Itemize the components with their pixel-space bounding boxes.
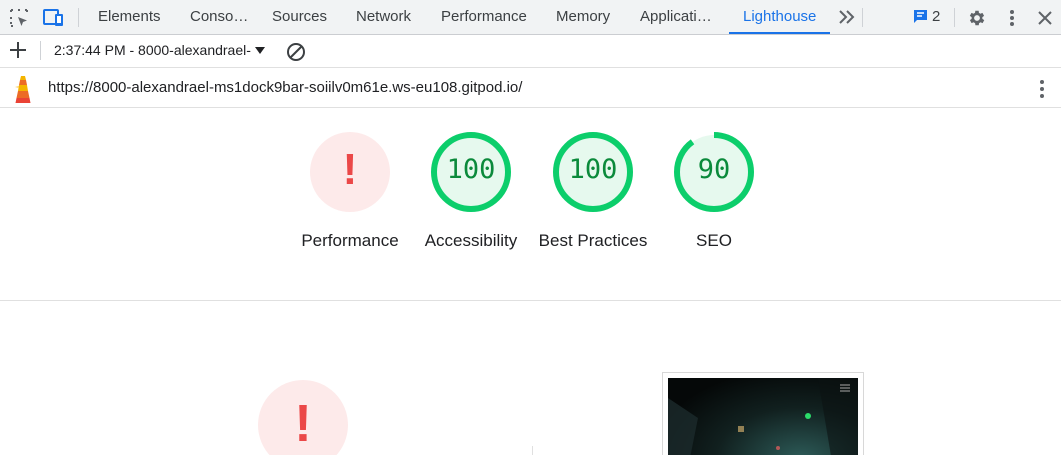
gauge-accessibility[interactable]: 100 Accessibility xyxy=(411,130,531,253)
issues-icon xyxy=(914,10,927,23)
tab-elements[interactable]: Elements xyxy=(98,0,161,34)
dropdown-caret-icon xyxy=(254,46,265,54)
toolbar-separator xyxy=(40,41,41,60)
gauge-seo-label: SEO xyxy=(696,231,732,250)
gauge-best-practices-value: 100 xyxy=(568,154,618,185)
gauge-best-practices-label: Best Practices xyxy=(538,231,648,250)
performance-main-gauge-value: ! xyxy=(294,395,311,453)
gauge-accessibility-value: 100 xyxy=(446,154,496,185)
tab-separator xyxy=(78,8,79,27)
more-vert-icon[interactable] xyxy=(1001,7,1023,29)
gauge-performance[interactable]: ! Performance xyxy=(290,130,410,253)
lighthouse-toolbar: 2:37:44 PM - 8000-alexandrael- xyxy=(0,35,1061,68)
clear-block-icon[interactable] xyxy=(286,42,306,62)
issues-count: 2 xyxy=(932,8,941,25)
close-icon[interactable] xyxy=(1034,7,1056,29)
report-menu-icon[interactable] xyxy=(1039,78,1045,100)
inspect-element-icon[interactable] xyxy=(8,7,30,29)
gauge-seo-value: 90 xyxy=(697,154,731,185)
gauge-performance-value: ! xyxy=(342,145,358,194)
more-tabs-icon[interactable] xyxy=(838,8,856,31)
tab-network[interactable]: Network xyxy=(356,0,411,34)
hamburger-menu-icon xyxy=(840,384,850,392)
gauge-seo[interactable]: 90 SEO xyxy=(654,130,774,253)
gauge-performance-label: Performance xyxy=(301,231,399,250)
tab-performance[interactable]: Performance xyxy=(441,0,527,34)
tab-separator xyxy=(954,8,955,27)
tab-sources[interactable]: Sources xyxy=(272,0,327,34)
performance-main-gauge-ring: ! xyxy=(258,380,348,455)
tab-separator xyxy=(862,8,863,27)
devtools-tab-bar: Elements Conso… Sources Network Performa… xyxy=(0,0,1061,35)
report-selector-label: 2:37:44 PM - 8000-alexandrael- xyxy=(54,42,251,58)
device-toolbar-icon[interactable] xyxy=(43,7,65,29)
gauge-best-practices[interactable]: 100 Best Practices xyxy=(533,130,653,253)
tab-application[interactable]: Applicati… xyxy=(640,0,714,34)
score-gauges: ! Performance 100 Accessibility 100 Best… xyxy=(0,108,1061,301)
settings-gear-icon[interactable] xyxy=(966,7,988,29)
tab-lighthouse[interactable]: Lighthouse xyxy=(729,0,831,34)
lighthouse-logo-icon xyxy=(10,74,36,104)
report-selector[interactable]: 2:37:44 PM - 8000-alexandrael- xyxy=(54,42,265,58)
gauge-accessibility-label: Accessibility xyxy=(424,231,518,250)
report-url[interactable]: https://8000-alexandrael-ms1dock9bar-soi… xyxy=(48,79,522,96)
performance-main-gauge: ! xyxy=(256,378,350,455)
report-url-bar: https://8000-alexandrael-ms1dock9bar-soi… xyxy=(0,68,1061,108)
screenshot-image xyxy=(668,378,858,455)
add-icon[interactable] xyxy=(8,40,30,62)
issues-counter[interactable]: 2 xyxy=(913,8,940,25)
tab-memory[interactable]: Memory xyxy=(556,0,610,34)
section-divider xyxy=(532,446,533,455)
final-screenshot-thumbnail[interactable] xyxy=(662,372,864,455)
tab-console[interactable]: Conso… xyxy=(190,0,248,34)
